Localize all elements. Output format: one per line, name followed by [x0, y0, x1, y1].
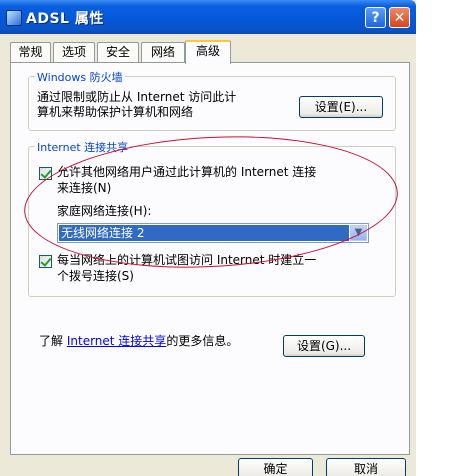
learn-more-suffix: 的更多信息。	[166, 334, 239, 348]
ok-button[interactable]: 确定	[238, 458, 313, 476]
help-button[interactable]: ?	[365, 7, 386, 28]
dial-on-demand-label-line1: 每当网络上的计算机试图访问 Internet 时建立一	[57, 253, 317, 267]
dial-on-demand-checkbox[interactable]	[39, 255, 52, 268]
cancel-button[interactable]: 取消	[326, 458, 406, 476]
firewall-description-line2: 算机来帮助保护计算机和网络	[37, 105, 194, 119]
ics-group-title: Internet 连接共享	[35, 139, 131, 155]
tab-advanced[interactable]: 高级	[185, 40, 231, 64]
home-network-label: 家庭网络连接(H):	[57, 204, 152, 218]
tab-networking[interactable]: 网络	[141, 42, 185, 62]
tab-general[interactable]: 常规	[10, 42, 51, 62]
learn-more-prefix: 了解	[39, 334, 64, 348]
learn-more-text: 了解 Internet 连接共享的更多信息。	[39, 334, 238, 349]
tab-strip: 常规 选项 安全 网络 高级	[10, 40, 410, 64]
firewall-group-title: Windows 防火墙	[35, 69, 125, 85]
tab-options[interactable]: 选项	[53, 42, 95, 62]
title-bar[interactable]: ADSL 属性 ? ✕	[0, 0, 416, 34]
firewall-description-line1: 通过限制或防止从 Internet 访问此计	[37, 90, 237, 104]
network-connection-icon	[6, 10, 22, 26]
tab-security[interactable]: 安全	[97, 42, 139, 62]
home-network-selected-value: 无线网络连接 2	[59, 225, 349, 241]
ics-help-link[interactable]: Internet 连接共享	[67, 334, 166, 348]
allow-sharing-checkbox[interactable]	[39, 167, 52, 180]
properties-dialog: ADSL 属性 ? ✕ 常规 选项 安全 网络 高级 Windows 防火墙 通…	[0, 0, 416, 476]
firewall-settings-button[interactable]: 设置(E)...	[299, 96, 383, 118]
chevron-down-icon[interactable]: ▼	[350, 225, 367, 241]
allow-sharing-label-line1: 允许其他网络用户通过此计算机的 Internet 连接	[57, 165, 317, 179]
dial-on-demand-label-line2: 个拨号连接(S)	[57, 269, 134, 283]
close-button[interactable]: ✕	[389, 7, 410, 28]
tab-panel-advanced: Windows 防火墙 通过限制或防止从 Internet 访问此计 算机来帮助…	[10, 62, 410, 455]
ics-group: Internet 连接共享 允许其他网络用户通过此计算机的 Internet 连…	[28, 139, 396, 297]
ics-settings-button[interactable]: 设置(G)...	[283, 335, 365, 357]
window-title: ADSL 属性	[26, 11, 104, 27]
home-network-select[interactable]: 无线网络连接 2 ▼	[57, 223, 369, 243]
allow-sharing-label-line2: 来连接(N)	[57, 181, 112, 195]
firewall-group: Windows 防火墙 通过限制或防止从 Internet 访问此计 算机来帮助…	[28, 69, 396, 131]
